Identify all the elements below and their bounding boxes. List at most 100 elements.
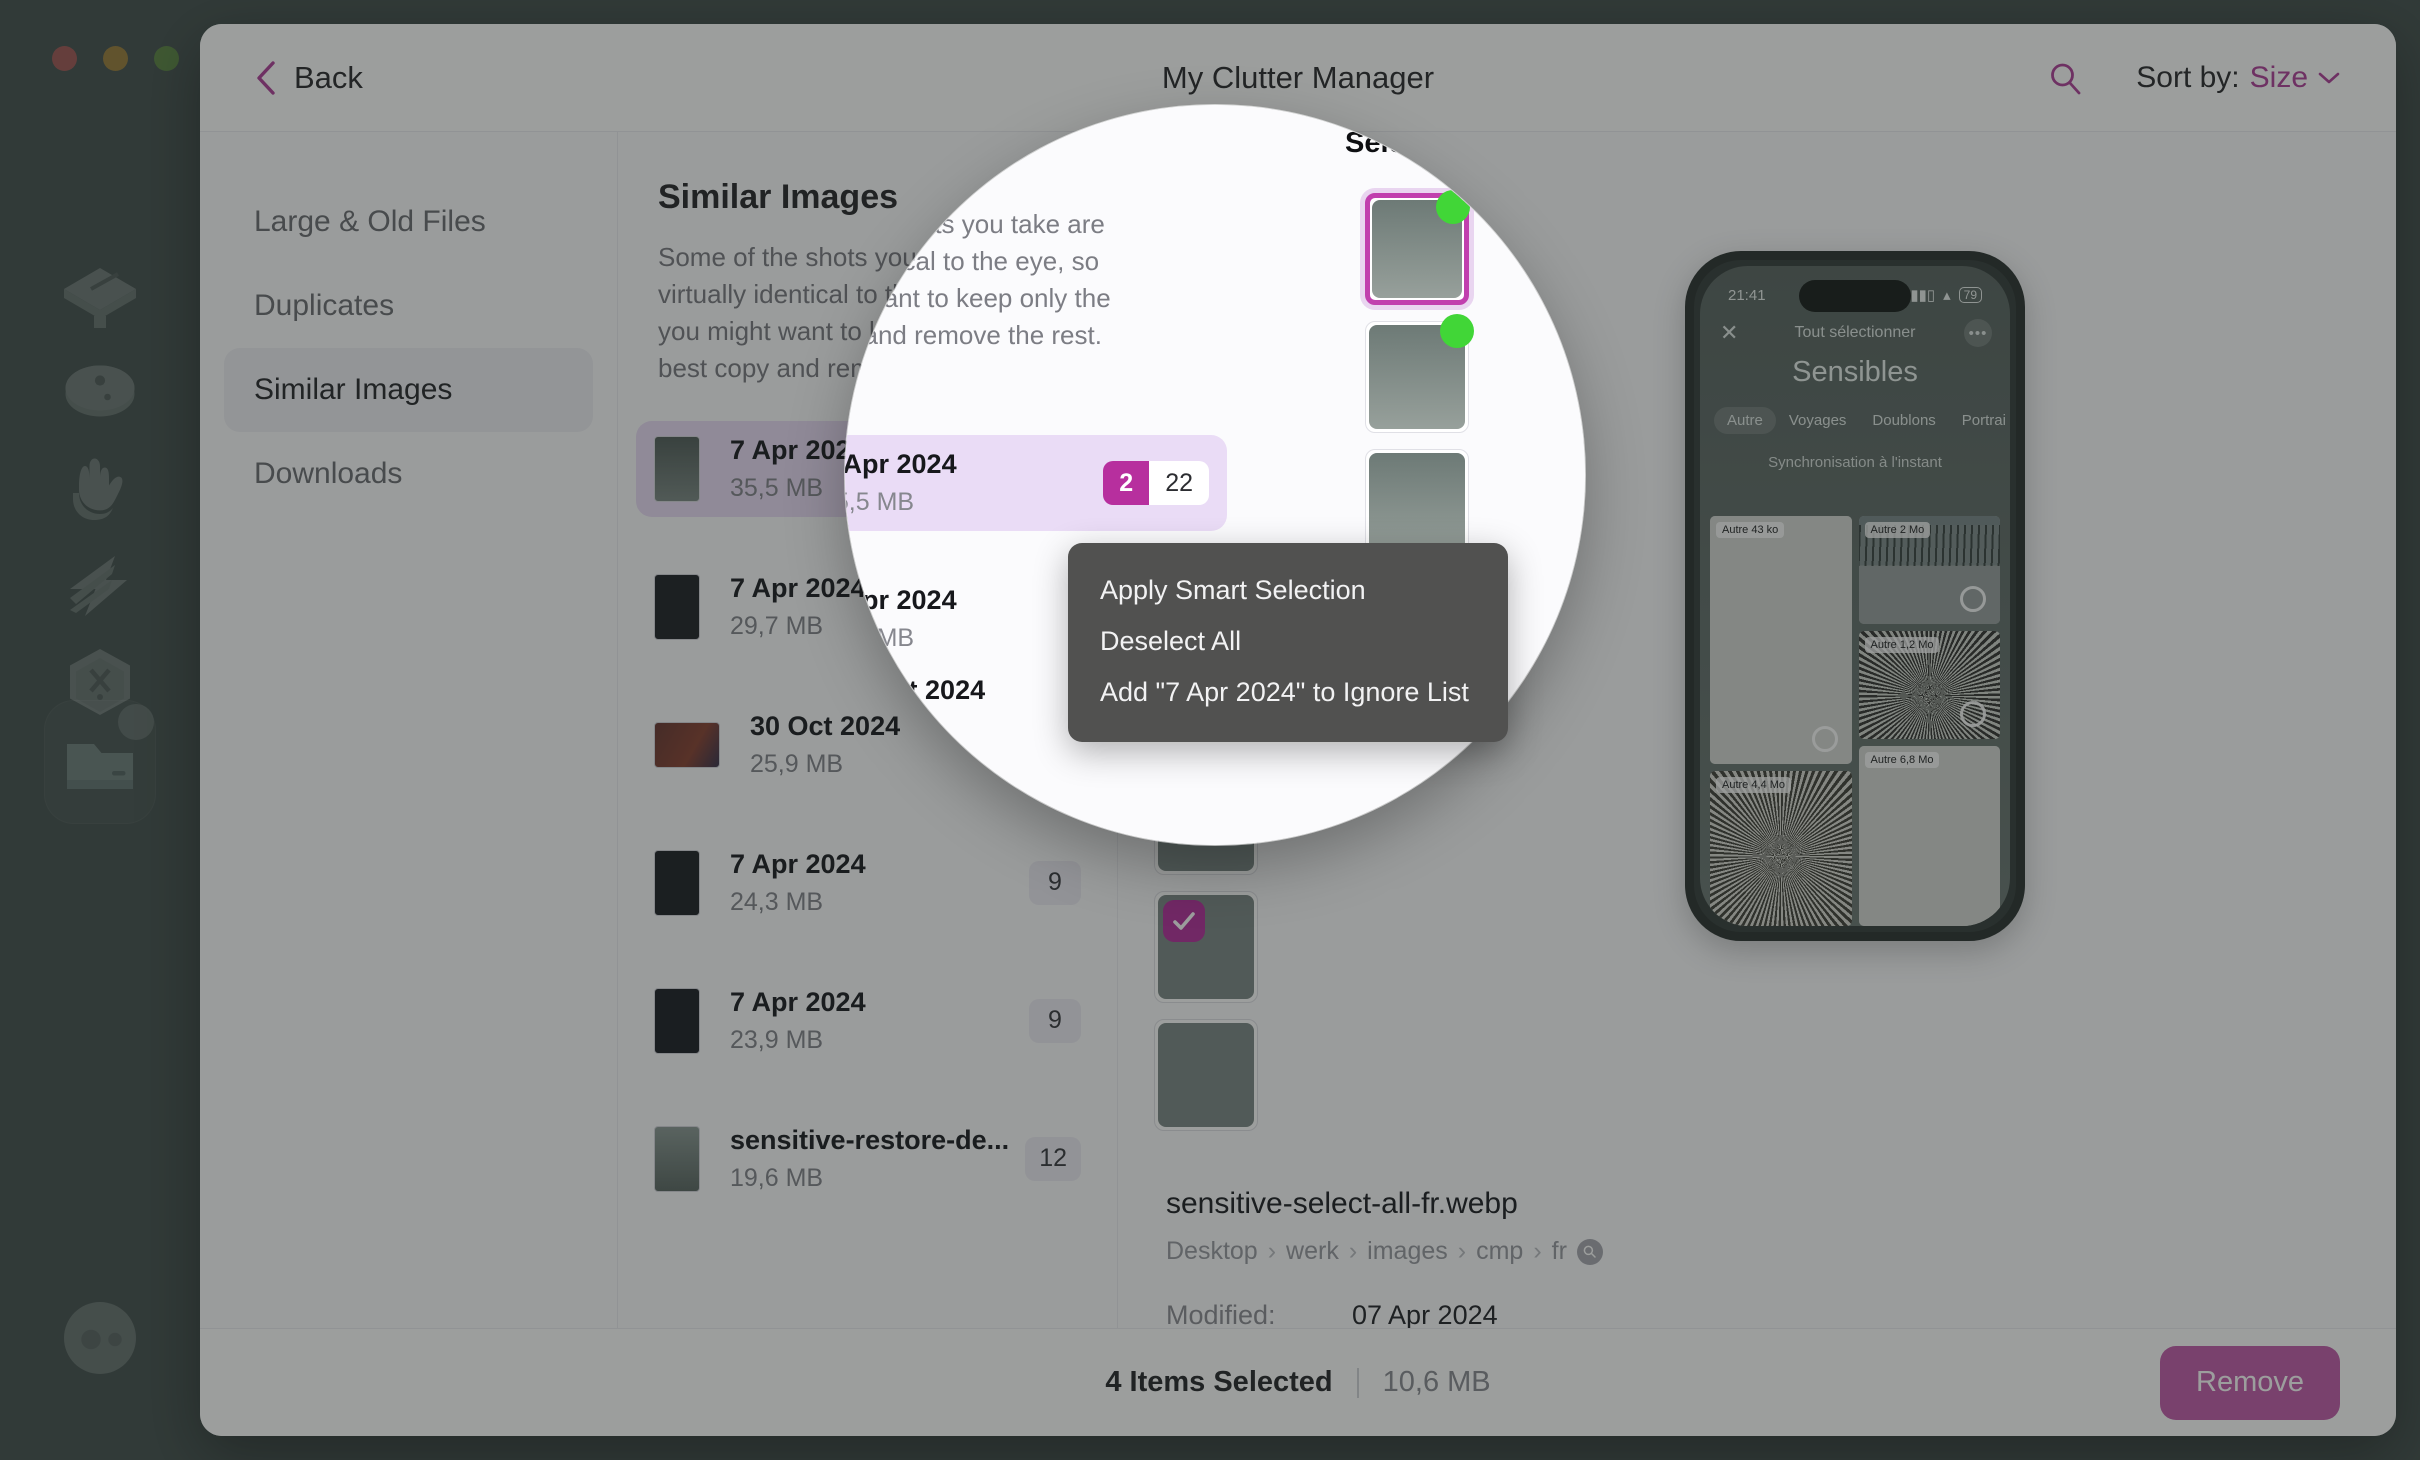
property-value: 07 Apr 2024 [1352,1300,1498,1330]
lens-row-name: 7 Apr 2024 [845,449,957,479]
select-all-label[interactable]: Tout sélectionner [1795,324,1916,342]
sidebar-item-label: Similar Images [254,373,453,406]
menu-item-add-to-ignore-list[interactable]: Add "7 Apr 2024" to Ignore List [1068,667,1508,718]
folder-badge [118,704,154,740]
menu-item-apply-smart-selection[interactable]: Apply Smart Selection [1068,565,1508,616]
breadcrumb-separator: › [1533,1237,1542,1265]
breadcrumb-separator: › [1267,1237,1277,1265]
green-dot-icon [1436,190,1470,224]
select-circle-icon[interactable] [1960,586,1986,612]
sidebar-item-similar-images[interactable]: Similar Images [224,348,593,432]
cellular-icon: ▮▮▯ [1910,287,1936,304]
photo-tile[interactable]: Autre 1,2 Mo [1858,631,2000,739]
app-dock [0,0,200,1460]
row-name: sensitive-restore-de... [730,1124,1010,1155]
breadcrumb-item[interactable]: werk [1286,1237,1339,1266]
row-thumbnail [654,435,700,502]
table-row[interactable]: sensitive-restore-de... 19,6 MB 12 [636,1111,1099,1207]
breadcrumb-item[interactable]: fr [1552,1237,1567,1266]
phone-screen: 21:41 ▮▮▯ ▴ 79 ✕ Tout sélectionner ••• S… [1700,266,2010,926]
property-key: Modified: [1166,1300,1276,1330]
close-icon[interactable]: ✕ [1720,320,1738,346]
select-circle-icon[interactable] [1960,701,1986,727]
lens-row-name: 30 Oct 2024 [845,675,986,705]
row-thumbnail [654,849,700,916]
lens-select-control[interactable]: Select: Manually [1345,127,1585,160]
context-menu[interactable]: Apply Smart Selection Deselect All Add "… [1068,543,1508,742]
photo-tile[interactable]: Autre 6,8 Mo [1858,746,2000,926]
scanner-icon[interactable] [52,250,148,346]
sidebar-item-label: Large & Old Files [254,205,486,238]
speedometer-icon[interactable] [52,346,148,442]
tab-portrait[interactable]: Portrai [1949,407,2010,434]
row-thumbnail [654,1125,700,1192]
sidebar-item-duplicates[interactable]: Duplicates [224,264,593,348]
lens-row-2[interactable]: 7 Apr 2024 29,7 MB [845,585,957,653]
page-title: My Clutter Manager [1161,59,1435,95]
status-time: 21:41 [1728,286,1766,304]
thumbnail-image [1158,1023,1254,1127]
lens-selected-row[interactable]: 7 Apr 2024 35,5 MB 2 22 [845,435,1227,531]
photo-size-tag: Autre 1,2 Mo [1864,637,1940,653]
checkmark-icon[interactable] [1163,900,1205,942]
table-row[interactable]: 7 Apr 2024 24,3 MB 9 [636,835,1099,931]
phone-header: ✕ Tout sélectionner ••• Sensibles Autre … [1700,319,2010,471]
lens-row-size: 35,5 MB [845,488,915,516]
breadcrumb-item[interactable]: Desktop [1166,1237,1258,1266]
more-icon[interactable]: ••• [1964,319,1992,347]
select-circle-icon[interactable] [1811,726,1838,752]
row-thumbnail [654,573,700,640]
list-item[interactable] [1365,314,1474,433]
lens-section-description: Some of the shots you take are virtually… [845,209,1111,350]
list-item[interactable] [1154,891,1258,1003]
row-name: 7 Apr 2024 [730,848,866,879]
chevron-down-icon [1584,138,1585,141]
photo-tile[interactable]: Autre 2 Mo [1858,516,2000,624]
table-row[interactable]: 7 Apr 2024 23,9 MB 9 [636,973,1099,1069]
remove-button[interactable]: Remove [2160,1345,2340,1420]
folder-icon[interactable] [52,704,154,810]
green-dot-icon [1440,314,1474,348]
breadcrumb-item[interactable]: images [1367,1237,1448,1266]
selected-count: 4 Items Selected [1105,1366,1333,1398]
tab-doublons[interactable]: Doublons [1859,407,1948,434]
phone-mockup: 21:41 ▮▮▯ ▴ 79 ✕ Tout sélectionner ••• S… [1685,251,2025,941]
photo-size-tag: Autre 4,4 Mo [1716,777,1791,793]
sync-status: Synchronisation à l'instant [1768,454,1942,471]
tab-autre[interactable]: Autre [1714,407,1776,434]
row-thumbnail [654,721,720,768]
reveal-in-finder-icon[interactable] [1576,1238,1603,1265]
phone-tabs: Autre Voyages Doublons Portrai [1700,407,2010,434]
sidebar-item-large-old-files[interactable]: Large & Old Files [224,180,593,264]
photo-tile[interactable]: Autre 43 ko [1710,516,1852,764]
hand-icon[interactable] [52,442,148,538]
phone-photo-grid: Autre 43 ko Autre 4,4 Mo Autre 2 Mo Autr… [1710,516,2000,926]
phone-notch [1799,280,1911,312]
menu-item-deselect-all[interactable]: Deselect All [1068,616,1508,667]
sidebar-item-label: Duplicates [254,289,395,322]
bottom-bar: 4 Items Selected 10,6 MB Remove [200,1328,2396,1436]
status-badge: 9 [1029,860,1081,905]
photo-tile[interactable]: Autre 4,4 Mo [1710,771,1852,926]
divider [1356,1367,1359,1398]
thumbnail-image [1369,453,1465,557]
status-badge: 12 [1025,1136,1081,1181]
selected-size: 10,6 MB [1382,1366,1491,1398]
screen: Back My Clutter Manager Sort by: Size La… [0,0,2420,1460]
list-item[interactable] [1154,1019,1258,1131]
photo-size-tag: Autre 6,8 Mo [1864,752,1940,768]
phone-title: Sensibles [1792,356,1918,388]
sidebar-nav: Large & Old Files Duplicates Similar Ima… [200,132,618,1328]
table-row: Modified: 07 Apr 2024 [1166,1300,2396,1331]
lightning-icon[interactable] [52,538,148,634]
lens-row-size: 25,9 MB [845,714,929,742]
row-thumbnail [654,987,700,1054]
breadcrumb-separator: › [1348,1237,1358,1265]
sidebar-item-downloads[interactable]: Downloads [224,432,593,516]
sidebar-item-label: Downloads [254,457,403,490]
finder-icon[interactable] [52,1290,148,1386]
tab-voyages[interactable]: Voyages [1776,407,1860,434]
row-name: 7 Apr 2024 [730,986,866,1017]
list-item[interactable] [1365,190,1470,305]
breadcrumb-item[interactable]: cmp [1476,1237,1523,1266]
